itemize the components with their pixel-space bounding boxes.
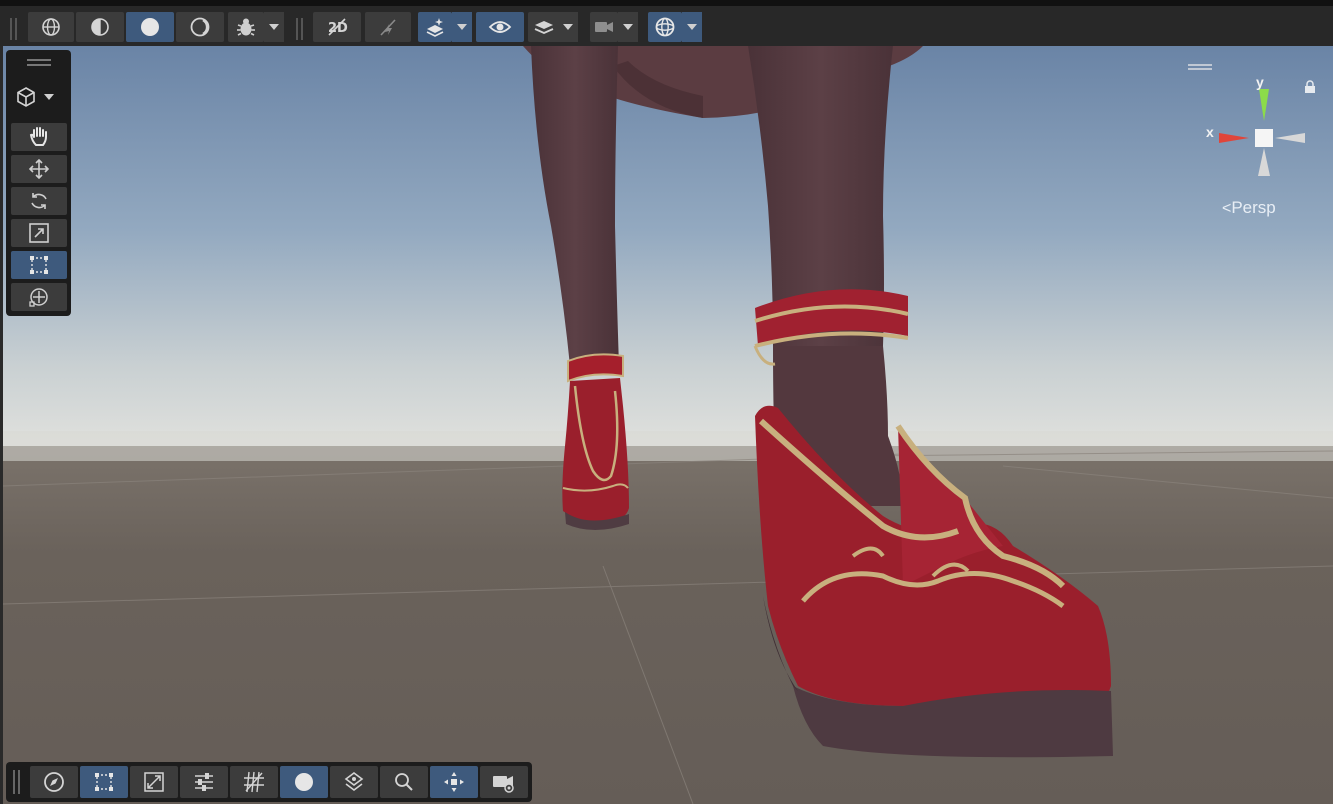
pivot-icon — [444, 772, 464, 792]
transform-tool-button[interactable] — [11, 283, 67, 311]
scale-tool-button[interactable] — [11, 219, 67, 247]
projection-toggle[interactable]: <Persp — [1222, 198, 1276, 218]
debug-draw-mode-dropdown[interactable] — [264, 12, 284, 42]
rect-tool-button[interactable] — [11, 251, 67, 279]
chevron-down-icon — [687, 24, 697, 30]
camera-eye-icon — [493, 776, 514, 793]
rect-transform-icon — [30, 256, 48, 274]
grid-button[interactable] — [230, 766, 278, 798]
cube-icon — [17, 87, 35, 107]
axis-x-cone[interactable] — [1219, 133, 1249, 143]
scale-icon — [29, 223, 49, 243]
snap-icon — [144, 772, 164, 792]
rotate-tool-button[interactable] — [11, 187, 67, 215]
layers-sparkle-icon — [426, 18, 444, 37]
axis-neg-y-cone[interactable] — [1258, 148, 1270, 176]
lighting-off-icon — [380, 19, 396, 36]
toolbar-grip[interactable] — [10, 18, 12, 40]
camera-dropdown[interactable] — [618, 12, 638, 42]
2d-slash-icon: 2D — [328, 18, 348, 36]
view-tool-button[interactable] — [11, 123, 67, 151]
search-button[interactable] — [380, 766, 428, 798]
effects-button[interactable] — [418, 12, 452, 42]
camera-2-button[interactable] — [480, 766, 528, 798]
projection-label: Persp — [1231, 198, 1276, 217]
axis-y-label: y — [1256, 74, 1264, 90]
tool-context-dropdown[interactable] — [14, 84, 64, 110]
chevron-down-icon — [563, 24, 573, 30]
globe-half-icon — [91, 18, 109, 36]
camera-button[interactable] — [590, 12, 618, 42]
rect-select-button[interactable] — [80, 766, 128, 798]
move-arrows-icon — [28, 158, 50, 180]
chevron-down-icon — [457, 24, 467, 30]
axis-x-label: x — [1206, 124, 1214, 140]
properties-button[interactable] — [180, 766, 228, 798]
ground-plane — [3, 446, 1333, 804]
rect-select-icon — [95, 773, 113, 791]
rotate-icon — [31, 193, 47, 209]
toolbar-grip[interactable] — [296, 18, 298, 40]
eye-icon — [488, 21, 512, 33]
chevron-down-icon — [269, 24, 279, 30]
compass-icon — [44, 772, 64, 792]
tools-overlay — [6, 50, 71, 316]
search-icon — [395, 773, 413, 791]
unlit-mode-button[interactable] — [176, 12, 224, 42]
perspective-icon: < — [1222, 200, 1232, 217]
scene-toolbar: 2D — [0, 0, 1333, 46]
orientation-gizmo[interactable] — [1203, 76, 1313, 186]
shading-button[interactable] — [280, 766, 328, 798]
circle-icon — [295, 773, 313, 791]
gizmo-drag-handle[interactable] — [1188, 64, 1212, 66]
move-tool-button[interactable] — [11, 155, 67, 183]
camera-icon — [595, 22, 613, 32]
sphere-outline-icon — [190, 17, 210, 37]
shaded-wireframe-mode-button[interactable] — [76, 12, 124, 42]
visibility-button[interactable] — [476, 12, 524, 42]
gizmos-dropdown[interactable] — [682, 12, 702, 42]
sphere-solid-icon — [141, 18, 159, 36]
chevron-down-icon — [623, 24, 633, 30]
hand-icon — [29, 127, 47, 146]
toolbar-grip[interactable] — [15, 18, 17, 40]
bug-icon — [237, 18, 255, 36]
transform-icon — [29, 288, 48, 307]
pivot-button[interactable] — [430, 766, 478, 798]
scene-render — [3, 46, 1333, 804]
snap-settings-button[interactable] — [130, 766, 178, 798]
layers-diamond-icon — [344, 772, 364, 791]
grid-icon — [244, 771, 264, 793]
effects-dropdown[interactable] — [452, 12, 472, 42]
gizmo-center-cube[interactable] — [1255, 129, 1273, 147]
scene-viewport[interactable] — [3, 46, 1333, 804]
compass-button[interactable] — [30, 766, 78, 798]
shaded-mode-button[interactable] — [126, 12, 174, 42]
gizmo-sphere-icon — [655, 17, 675, 37]
toggle-2d-button[interactable]: 2D — [313, 12, 361, 42]
layers-2-button[interactable] — [330, 766, 378, 798]
toolbar-grip[interactable] — [13, 770, 15, 794]
axis-neg-x-cone[interactable] — [1275, 133, 1305, 143]
overlay-toolbar — [6, 762, 532, 802]
globe-wire-icon — [42, 18, 60, 36]
layers-button[interactable] — [528, 12, 560, 42]
toggle-lighting-button[interactable] — [365, 12, 411, 42]
stack-icon — [534, 21, 554, 34]
gizmos-button[interactable] — [648, 12, 682, 42]
wireframe-draw-mode-button[interactable] — [28, 12, 74, 42]
sliders-icon — [195, 773, 213, 791]
chevron-down-icon — [44, 94, 54, 100]
debug-draw-mode-button[interactable] — [228, 12, 264, 42]
panel-drag-handle[interactable] — [27, 59, 51, 61]
axis-y-cone[interactable] — [1259, 89, 1269, 121]
layers-dropdown[interactable] — [558, 12, 578, 42]
toolbar-grip[interactable] — [301, 18, 303, 40]
lock-icon[interactable] — [1303, 80, 1317, 94]
